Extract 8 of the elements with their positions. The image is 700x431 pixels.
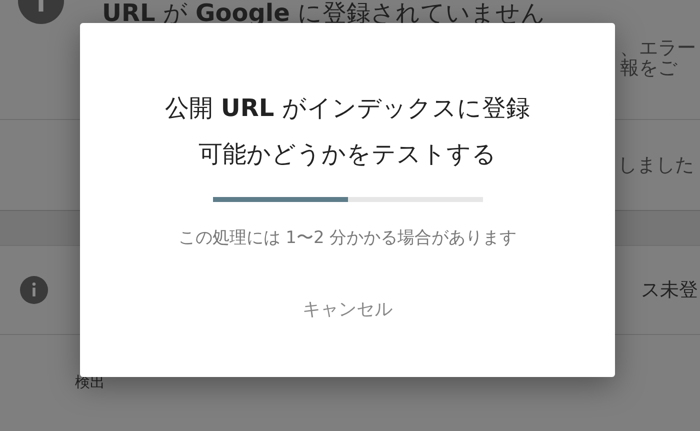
dialog-title: 公開 URL がインデックスに登録可能かどうかをテストする — [164, 93, 531, 170]
description-text: 報をご — [620, 58, 678, 78]
info-icon — [20, 276, 48, 304]
status-text: しました — [618, 152, 694, 178]
cancel-button[interactable]: キャンセル — [290, 290, 404, 328]
dialog-message: この処理には 1〜2 分かかる場合があります — [178, 227, 517, 250]
description-text: 、エラー — [620, 38, 697, 58]
status-text: ス未登 — [641, 278, 698, 303]
